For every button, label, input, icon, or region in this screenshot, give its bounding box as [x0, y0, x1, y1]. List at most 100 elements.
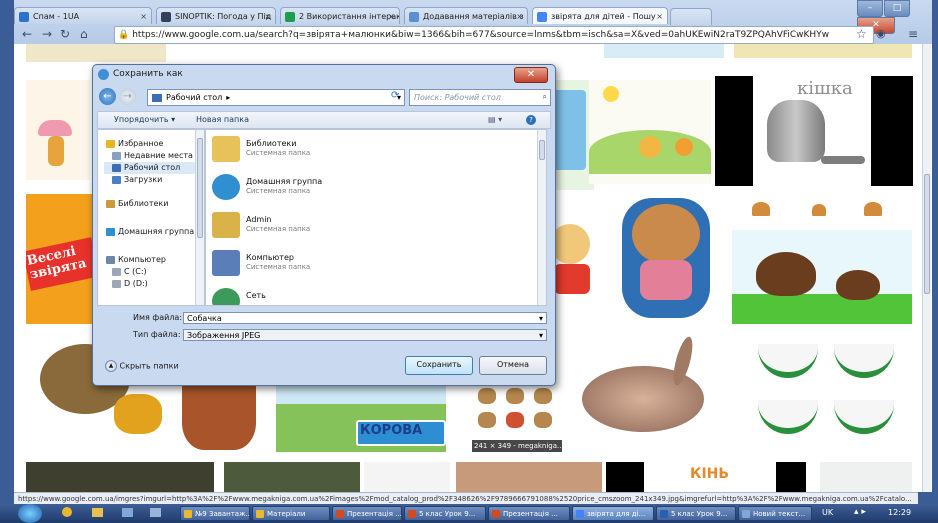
nav-scrollbar[interactable]: [195, 130, 204, 305]
tab-5[interactable]: звірята для дітей - Пошу ×: [532, 7, 668, 24]
save-button[interactable]: Сохранить: [405, 356, 473, 375]
image-thumbnail[interactable]: [612, 194, 720, 324]
search-input[interactable]: Поиск: Рабочий стол ⌕: [409, 89, 551, 106]
file-scrollbar[interactable]: [537, 130, 546, 305]
nav-item[interactable]: Домашняя группа: [98, 226, 198, 238]
nav-item[interactable]: Рабочий стол: [104, 162, 204, 174]
file-item[interactable]: Библиотеки Системная папка: [212, 136, 512, 166]
app-pinned-icon[interactable]: [122, 508, 133, 517]
chevron-down-icon[interactable]: ▾: [539, 313, 543, 325]
filename-input[interactable]: Собачка ▾: [183, 312, 547, 324]
image-thumbnail[interactable]: [734, 44, 912, 58]
star-icon[interactable]: ☆: [856, 26, 867, 42]
image-thumbnail[interactable]: [604, 44, 724, 58]
forward-icon[interactable]: →: [42, 26, 52, 42]
language-indicator[interactable]: UK: [822, 508, 833, 517]
reload-icon[interactable]: ↻: [60, 26, 70, 42]
help-icon[interactable]: ?: [526, 115, 536, 125]
taskbar-item[interactable]: Презентація ...: [488, 506, 570, 521]
taskbar-item[interactable]: Презентація ...: [332, 506, 402, 521]
chevron-down-icon[interactable]: ▾: [539, 330, 543, 342]
file-item[interactable]: Admin Системная папка: [212, 212, 512, 242]
image-thumbnail[interactable]: [732, 194, 912, 324]
image-thumbnail[interactable]: [26, 80, 90, 180]
taskbar-item[interactable]: 5 клас Урок 9...: [404, 506, 486, 521]
close-tab-icon[interactable]: ×: [140, 8, 147, 24]
image-thumbnail[interactable]: [738, 330, 912, 452]
taskbar-item[interactable]: Матеріали: [252, 506, 330, 521]
cancel-button[interactable]: Отмена: [479, 356, 547, 375]
menu-icon[interactable]: ≡: [908, 26, 918, 42]
nav-item[interactable]: D (D:): [104, 278, 204, 290]
image-thumbnail[interactable]: [26, 44, 166, 62]
close-tab-icon[interactable]: ×: [264, 8, 271, 24]
image-thumbnail[interactable]: Веселі звірята: [26, 194, 96, 324]
taskbar-item[interactable]: звірята для ді...: [572, 506, 654, 521]
image-thumbnail[interactable]: [589, 80, 711, 184]
nav-item[interactable]: Избранное: [98, 138, 198, 150]
image-thumbnail[interactable]: [820, 462, 912, 492]
image-thumbnail[interactable]: [568, 330, 726, 452]
start-button[interactable]: [18, 504, 42, 523]
favicon-icon: [285, 12, 295, 22]
nav-item[interactable]: Компьютер: [98, 254, 198, 266]
image-thumbnail[interactable]: кішка: [715, 76, 913, 186]
taskbar-item[interactable]: 5 клас Урок 9...: [656, 506, 736, 521]
tab-1[interactable]: Спам - 1UA ×: [14, 7, 152, 24]
forward-icon[interactable]: →: [119, 88, 136, 105]
horse-caption: КІНЬ: [690, 466, 730, 482]
nav-item[interactable]: Загрузки: [104, 174, 204, 186]
image-thumbnail[interactable]: [26, 462, 214, 492]
filetype-select[interactable]: Зображення JPEG ▾: [183, 329, 547, 341]
nav-scrollbar-thumb[interactable]: [197, 138, 203, 238]
close-tab-icon[interactable]: ×: [388, 8, 395, 24]
nav-item[interactable]: Недавние места: [104, 150, 204, 162]
new-folder-button[interactable]: Новая папка: [196, 112, 249, 128]
new-tab-button[interactable]: [670, 8, 712, 25]
image-thumbnail[interactable]: КОРОВА: [276, 384, 446, 452]
cat-caption: кішка: [797, 78, 853, 99]
file-scrollbar-thumb[interactable]: [539, 140, 545, 160]
image-thumbnail-hovered[interactable]: 241 × 349 - megakniga...: [472, 384, 562, 454]
favicon-icon: [161, 12, 171, 22]
taskbar-item[interactable]: Новий текст...: [738, 506, 812, 521]
organize-button[interactable]: Упорядочить ▾: [114, 112, 175, 128]
back-icon[interactable]: ←: [22, 26, 32, 42]
tab-4[interactable]: Додавання матеріалів з ×: [404, 7, 528, 24]
close-tab-icon[interactable]: ×: [656, 8, 663, 24]
tab-label: Спам - 1UA: [33, 12, 80, 21]
dialog-close-icon[interactable]: ✕: [514, 67, 548, 83]
nav-item[interactable]: C (C:): [104, 266, 204, 278]
tray-icons[interactable]: ▴ ▸: [854, 507, 866, 517]
hide-folders-toggle[interactable]: ▲ Скрыть папки: [105, 360, 179, 372]
explorer-pinned-icon[interactable]: [92, 508, 103, 517]
taskbar-item[interactable]: №9 Завантаж...: [180, 506, 250, 521]
file-item[interactable]: Сеть: [212, 288, 512, 305]
image-thumbnail[interactable]: [224, 462, 360, 492]
image-thumbnail[interactable]: [364, 462, 450, 492]
page-scrollbar[interactable]: [922, 44, 931, 492]
refresh-icon[interactable]: ⟳: [391, 90, 399, 101]
maximize-icon[interactable]: □: [884, 0, 910, 17]
file-item[interactable]: Компьютер Системная папка: [212, 250, 512, 280]
view-options-icon[interactable]: ▤ ▾: [488, 112, 502, 128]
nav-item-icon: [112, 164, 121, 172]
path-breadcrumb[interactable]: Рабочий стол ▸ ▾: [147, 89, 405, 106]
close-tab-icon[interactable]: ×: [516, 8, 523, 24]
home-icon[interactable]: ⌂: [80, 26, 88, 42]
app-pinned-icon[interactable]: [150, 508, 161, 517]
image-thumbnail[interactable]: КІНЬ: [606, 462, 806, 492]
tab-2[interactable]: SINOPTIK: Погода у Під ×: [156, 7, 276, 24]
tab-3[interactable]: 2 Використання інтеракт ×: [280, 7, 400, 24]
back-icon[interactable]: ←: [99, 88, 116, 105]
extension-icon[interactable]: ◉: [876, 26, 886, 42]
page-scrollbar-thumb[interactable]: [924, 174, 930, 294]
taskbar-item-label: 5 клас Урок 9...: [419, 510, 476, 518]
address-bar[interactable]: 🔒 https://www.google.com.ua/search?q=звір…: [114, 26, 874, 44]
chrome-pinned-icon[interactable]: [62, 507, 72, 517]
filetype-label: Тип файла:: [133, 330, 181, 339]
file-item[interactable]: Домашняя группа Системная папка: [212, 174, 512, 204]
image-thumbnail[interactable]: [456, 462, 602, 492]
minimize-icon[interactable]: –: [857, 0, 883, 17]
nav-item[interactable]: Библиотеки: [98, 198, 198, 210]
